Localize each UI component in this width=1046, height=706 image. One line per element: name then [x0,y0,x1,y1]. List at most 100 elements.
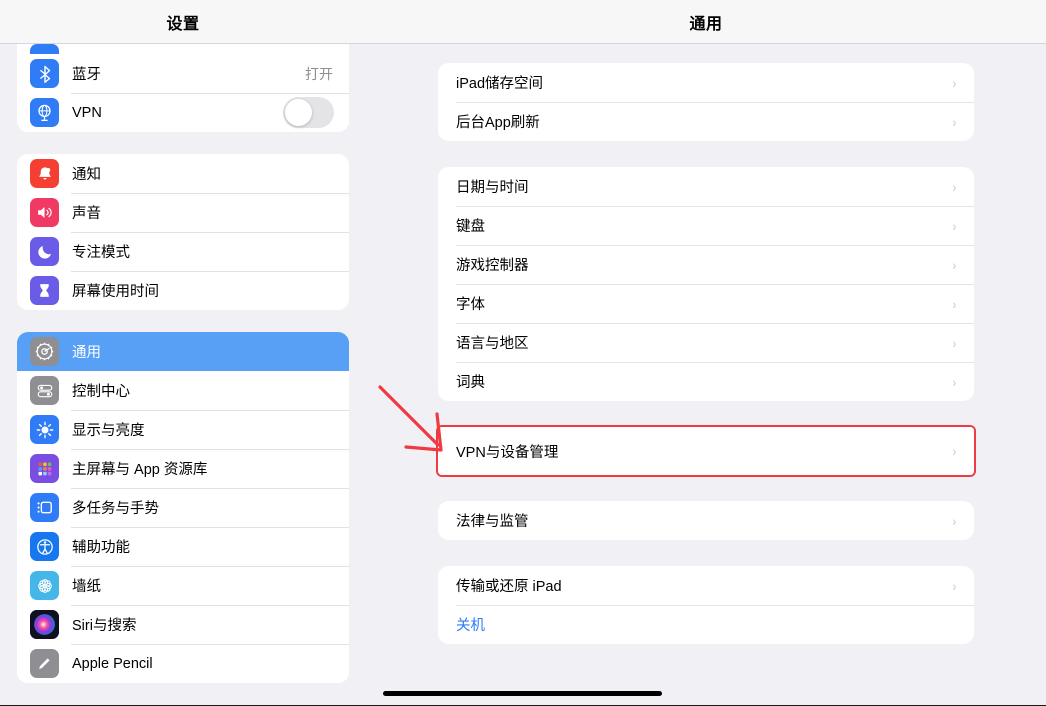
detail-group-1: 日期与时间 › 键盘 › 游戏控制器 › 字体 › 语言与地区 › 词典 › [438,167,974,401]
detail-row-游戏控制器[interactable]: 游戏控制器 › [438,245,974,284]
sidebar-item-clipped[interactable] [17,44,349,54]
sidebar-item-声音[interactable]: 声音 [17,193,349,232]
sidebar-item-专注模式[interactable]: 专注模式 [17,232,349,271]
settings-sidebar: 设置 蓝牙 打开 VPN 通知声音专注模式屏幕使用时间 通用控制中心显示与亮度主屏幕与 … [0,0,366,706]
detail-row-关机[interactable]: 关机 [438,605,974,644]
chevron-right-icon: › [952,113,957,130]
sidebar-item-显示与亮度[interactable]: 显示与亮度 [17,410,349,449]
sidebar-item-label: 通知 [72,167,101,183]
detail-group-3: 法律与监管 › [438,501,974,540]
detail-row-label: 游戏控制器 [456,258,529,274]
detail-row-传输或还原-ipad[interactable]: 传输或还原 iPad › [438,566,974,605]
highlighted-setting-group: VPN与设备管理 › [436,425,976,477]
detail-group-0: iPad储存空间 › 后台App刷新 › [438,63,974,141]
sidebar-group-1: 通知声音专注模式屏幕使用时间 [17,154,349,310]
chevron-right-icon: › [952,512,957,529]
sidebar-item-多任务与手势[interactable]: 多任务与手势 [17,488,349,527]
bluetooth-icon [30,59,59,88]
chevron-right-icon: › [952,577,957,594]
chevron-right-icon: › [952,217,957,234]
siri-icon [30,610,59,639]
detail-row-label: 法律与监管 [456,514,529,530]
hourglass-icon [30,276,59,305]
sidebar-item-siri与搜索[interactable]: Siri与搜索 [17,605,349,644]
detail-row-后台app刷新[interactable]: 后台App刷新 › [438,102,974,141]
ipad-settings-screen: 设置 蓝牙 打开 VPN 通知 声音 专注模式 屏幕使用时间 通用 控制中心 显示与亮度 主屏幕与 … [0,0,1046,706]
wifi-icon [30,44,59,54]
bell-icon [30,159,59,188]
detail-row-label: 字体 [456,297,485,313]
shutdown-link-label: 关机 [456,618,485,634]
sidebar-item-蓝牙[interactable]: 蓝牙 打开 [17,54,349,93]
sidebar-header: 设置 [0,0,366,44]
speaker-icon [30,198,59,227]
chevron-right-icon: › [952,373,957,390]
sidebar-item-label: 通用 [72,345,101,361]
sidebar-item-主屏幕与-app-资源库[interactable]: 主屏幕与 App 资源库 [17,449,349,488]
sidebar-item-屏幕使用时间[interactable]: 屏幕使用时间 [17,271,349,310]
sidebar-group-2: 通用控制中心显示与亮度主屏幕与 App 资源库 多任务与手势 辅助功能墙纸 Siri与… [17,332,349,683]
wallpaper-flower-icon [30,571,59,600]
sidebar-item-label: 专注模式 [72,245,130,261]
sidebar-item-label: 多任务与手势 [72,501,159,517]
sidebar-item-控制中心[interactable]: 控制中心 [17,371,349,410]
sidebar-item-label: Apple Pencil [72,655,153,672]
pencil-icon [30,649,59,678]
detail-row-语言与地区[interactable]: 语言与地区 › [438,323,974,362]
detail-row-字体[interactable]: 字体 › [438,284,974,323]
detail-row-键盘[interactable]: 键盘 › [438,206,974,245]
sidebar-title: 设置 [166,15,200,33]
sidebar-item-辅助功能[interactable]: 辅助功能 [17,527,349,566]
detail-row-label: 日期与时间 [456,180,529,196]
sidebar-item-label: VPN [72,104,102,121]
detail-row-日期与时间[interactable]: 日期与时间 › [438,167,974,206]
detail-row-label: iPad储存空间 [456,76,544,92]
chevron-right-icon: › [952,256,957,273]
detail-row-词典[interactable]: 词典 › [438,362,974,401]
gear-icon [30,337,59,366]
sidebar-item-label: 墙纸 [72,579,101,595]
general-detail-pane: 通用 iPad储存空间 › 后台App刷新 › 日期与时间 › 键盘 › 游戏控制器 › 字体 › 语言… [366,0,1046,706]
vpn-globe-icon [30,98,59,127]
chevron-right-icon: › [952,334,957,351]
chevron-right-icon: › [952,178,957,195]
app-library-icon [30,454,59,483]
detail-row-label: 后台App刷新 [456,115,540,131]
sidebar-item-通知[interactable]: 通知 [17,154,349,193]
accessibility-icon [30,532,59,561]
sidebar-item-label: 主屏幕与 App 资源库 [72,462,208,478]
sidebar-item-墙纸[interactable]: 墙纸 [17,566,349,605]
detail-row-label: 词典 [456,375,485,391]
vpn-toggle-switch[interactable] [283,97,334,128]
sidebar-item-vpn[interactable]: VPN [17,93,349,132]
sidebar-item-label: 辅助功能 [72,540,130,556]
detail-row-法律与监管[interactable]: 法律与监管 › [438,501,974,540]
detail-row-label: 键盘 [456,219,485,235]
sidebar-item-label: Siri与搜索 [72,618,137,634]
sidebar-item-label: 屏幕使用时间 [72,284,159,300]
brightness-icon [30,415,59,444]
home-indicator [383,691,662,696]
chevron-right-icon: › [952,74,957,91]
sidebar-scroll-area[interactable]: 蓝牙 打开 VPN 通知声音专注模式屏幕使用时间 通用控制中心显示与亮度主屏幕与 App… [0,44,366,706]
chevron-right-icon: › [952,295,957,312]
page-title: 通用 [689,15,723,33]
sidebar-item-label: 声音 [72,206,101,222]
sidebar-item-label: 蓝牙 [72,67,101,83]
moon-icon [30,237,59,266]
multitasking-icon [30,493,59,522]
sidebar-item-通用[interactable]: 通用 [17,332,349,371]
sidebar-item-value: 打开 [305,65,333,82]
sidebar-item-label: 显示与亮度 [72,423,145,439]
detail-row-label: 传输或还原 iPad [456,579,562,595]
detail-row-vpn与设备管理[interactable]: VPN与设备管理 › [438,427,974,475]
control-center-icon [30,376,59,405]
toggle-knob [285,99,312,126]
sidebar-group-0: 蓝牙 打开 VPN [17,44,349,132]
detail-scroll-area[interactable]: iPad储存空间 › 后台App刷新 › 日期与时间 › 键盘 › 游戏控制器 › 字体 › 语言与地区… [366,44,1046,706]
detail-header: 通用 [366,0,1046,44]
detail-row-label: VPN与设备管理 [456,444,559,461]
detail-group-4: 传输或还原 iPad › 关机 [438,566,974,644]
detail-row-ipad储存空间[interactable]: iPad储存空间 › [438,63,974,102]
sidebar-item-apple-pencil[interactable]: Apple Pencil [17,644,349,683]
